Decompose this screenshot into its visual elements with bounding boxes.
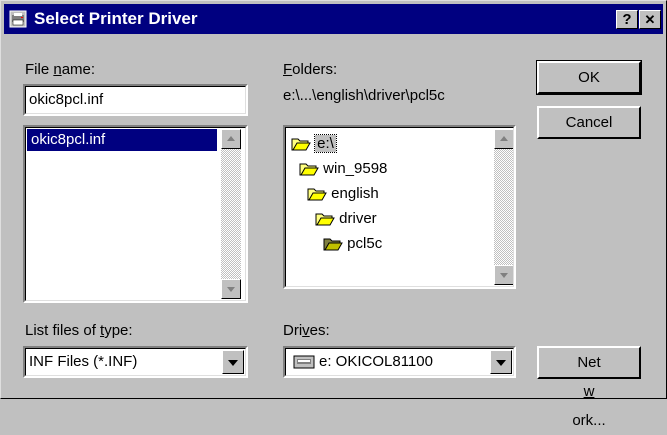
filetype-select[interactable]: INF Files (*.INF) (23, 346, 248, 378)
drives-select-value: e: OKICOL81100 (319, 353, 433, 370)
folder-tree-scrollbar-track[interactable] (494, 149, 514, 265)
open-folder-icon (315, 213, 335, 226)
folder-item-english[interactable]: english (307, 183, 379, 205)
drives-select[interactable]: e: OKICOL81100 (283, 346, 516, 378)
ok-button-label: OK (578, 69, 600, 86)
network-drive-icon (293, 355, 315, 369)
file-list-scroll-up[interactable] (221, 129, 241, 149)
open-folder-icon (291, 138, 311, 151)
filetype-select-value: INF Files (*.INF) (29, 353, 138, 370)
ok-button[interactable]: OK (536, 60, 642, 95)
folders-label: Folders: (283, 61, 338, 78)
chevron-down-icon (496, 360, 506, 366)
arrow-down-icon (227, 287, 235, 292)
folder-item-pcl5c[interactable]: pcl5c (323, 233, 382, 255)
open-folder-selected-icon (323, 238, 343, 251)
arrow-down-icon (500, 273, 508, 278)
folder-item-win-9598[interactable]: win_9598 (299, 158, 387, 180)
folder-item-label: e:\ (314, 134, 337, 153)
drives-dropdown-button[interactable] (490, 350, 512, 374)
cancel-button[interactable]: Cancel (537, 106, 641, 139)
folder-item-driver[interactable]: driver (315, 208, 377, 230)
filename-input-value: okic8pcl.inf (29, 91, 104, 108)
folder-tree[interactable]: e:\ win_9598 english driver pcl5c (283, 125, 516, 289)
open-folder-icon (307, 188, 327, 201)
file-list-scroll-down[interactable] (221, 279, 241, 299)
close-button[interactable]: ✕ (639, 10, 661, 29)
folder-item-e-root[interactable]: e:\ (291, 133, 337, 155)
network-button[interactable]: Net w ork... (537, 346, 641, 429)
arrow-up-icon (227, 136, 235, 141)
title-bar[interactable]: Select Printer Driver ? ✕ (4, 4, 663, 34)
window-title: Select Printer Driver (34, 9, 198, 28)
filetype-label: List files of type: (25, 322, 133, 339)
folder-item-label: pcl5c (347, 235, 383, 252)
arrow-up-icon (500, 136, 508, 141)
open-folder-icon (299, 163, 319, 176)
folder-tree-scroll-up[interactable] (494, 129, 514, 149)
chevron-down-icon (228, 360, 238, 366)
file-list[interactable]: okic8pcl.inf (23, 125, 248, 303)
cancel-button-label: Cancel (565, 114, 613, 131)
filename-input[interactable]: okic8pcl.inf (23, 84, 248, 116)
network-button-label: Net w ork... (572, 354, 606, 429)
file-list-scrollbar-track[interactable] (221, 149, 241, 279)
dialog-window: Select Printer Driver ? ✕ File name: oki… (0, 0, 667, 429)
folders-path: e:\...\english\driver\pcl5c (283, 87, 445, 104)
file-list-item[interactable]: okic8pcl.inf (27, 129, 217, 151)
drives-label: Drives: (283, 322, 330, 339)
folder-tree-scroll-down[interactable] (494, 265, 514, 285)
filetype-dropdown-button[interactable] (222, 350, 244, 374)
printer-app-icon (9, 10, 27, 28)
folder-item-label: english (331, 185, 379, 202)
folder-item-label: win_9598 (323, 160, 388, 177)
filename-label: File name: (25, 61, 96, 78)
help-button[interactable]: ? (616, 10, 638, 29)
folder-item-label: driver (339, 210, 377, 227)
